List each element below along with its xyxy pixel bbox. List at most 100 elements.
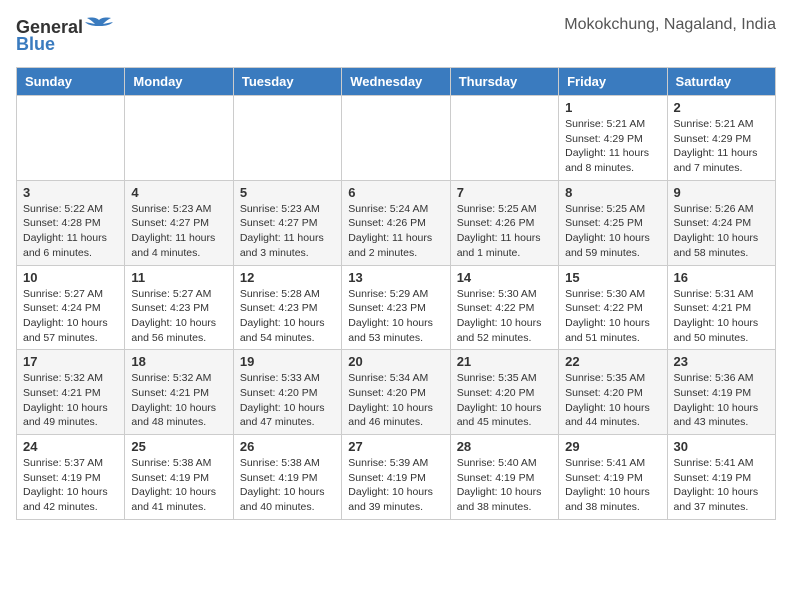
day-number: 23 (674, 354, 769, 369)
calendar-cell: 26 Sunrise: 5:38 AM Sunset: 4:19 PM Dayli… (233, 435, 341, 520)
location-subtitle: Mokokchung, Nagaland, India (564, 16, 776, 34)
day-info: Sunrise: 5:29 AM Sunset: 4:23 PM Dayligh… (348, 287, 443, 346)
day-number: 19 (240, 354, 335, 369)
calendar-week-4: 17 Sunrise: 5:32 AM Sunset: 4:21 PM Dayli… (17, 350, 776, 435)
day-info: Sunrise: 5:39 AM Sunset: 4:19 PM Dayligh… (348, 456, 443, 515)
calendar-cell: 19 Sunrise: 5:33 AM Sunset: 4:20 PM Dayli… (233, 350, 341, 435)
calendar-cell (342, 96, 450, 181)
calendar-cell: 17Sunrise: 5:32 AM Sunset: 4:21 PM Dayli… (17, 350, 125, 435)
day-number: 22 (565, 354, 660, 369)
day-number: 24 (23, 439, 118, 454)
title-area: Mokokchung, Nagaland, India (564, 16, 776, 34)
day-info: Sunrise: 5:24 AM Sunset: 4:26 PM Dayligh… (348, 202, 443, 261)
day-info: Sunrise: 5:22 AM Sunset: 4:28 PM Dayligh… (23, 202, 118, 261)
day-info: Sunrise: 5:35 AM Sunset: 4:20 PM Dayligh… (565, 371, 660, 430)
day-number: 4 (131, 185, 226, 200)
day-number: 27 (348, 439, 443, 454)
day-info: Sunrise: 5:21 AM Sunset: 4:29 PM Dayligh… (565, 117, 660, 176)
day-number: 18 (131, 354, 226, 369)
day-number: 16 (674, 270, 769, 285)
calendar-cell: 16 Sunrise: 5:31 AM Sunset: 4:21 PM Dayli… (667, 265, 775, 350)
logo-blue-text: Blue (16, 34, 55, 55)
day-info: Sunrise: 5:38 AM Sunset: 4:19 PM Dayligh… (240, 456, 335, 515)
day-number: 21 (457, 354, 552, 369)
day-info: Sunrise: 5:36 AM Sunset: 4:19 PM Dayligh… (674, 371, 769, 430)
calendar-header-row: SundayMondayTuesdayWednesdayThursdayFrid… (17, 68, 776, 96)
calendar-cell: 2 Sunrise: 5:21 AM Sunset: 4:29 PM Daylig… (667, 96, 775, 181)
column-header-tuesday: Tuesday (233, 68, 341, 96)
day-info: Sunrise: 5:32 AM Sunset: 4:21 PM Dayligh… (131, 371, 226, 430)
calendar-cell (450, 96, 558, 181)
calendar-cell (125, 96, 233, 181)
day-number: 11 (131, 270, 226, 285)
day-number: 26 (240, 439, 335, 454)
day-number: 29 (565, 439, 660, 454)
day-number: 2 (674, 100, 769, 115)
calendar-cell: 7Sunrise: 5:25 AM Sunset: 4:26 PM Daylig… (450, 180, 558, 265)
day-number: 17 (23, 354, 118, 369)
day-number: 13 (348, 270, 443, 285)
calendar-cell: 20 Sunrise: 5:34 AM Sunset: 4:20 PM Dayli… (342, 350, 450, 435)
day-number: 3 (23, 185, 118, 200)
column-header-friday: Friday (559, 68, 667, 96)
day-info: Sunrise: 5:41 AM Sunset: 4:19 PM Dayligh… (674, 456, 769, 515)
calendar-cell: 29 Sunrise: 5:41 AM Sunset: 4:19 PM Dayli… (559, 435, 667, 520)
calendar-cell: 24 Sunrise: 5:37 AM Sunset: 4:19 PM Dayli… (17, 435, 125, 520)
day-info: Sunrise: 5:27 AM Sunset: 4:23 PM Dayligh… (131, 287, 226, 346)
column-header-monday: Monday (125, 68, 233, 96)
calendar-cell: 6 Sunrise: 5:24 AM Sunset: 4:26 PM Daylig… (342, 180, 450, 265)
calendar-cell: 1 Sunrise: 5:21 AM Sunset: 4:29 PM Daylig… (559, 96, 667, 181)
day-info: Sunrise: 5:28 AM Sunset: 4:23 PM Dayligh… (240, 287, 335, 346)
column-header-thursday: Thursday (450, 68, 558, 96)
logo-bird-icon (85, 16, 113, 38)
day-info: Sunrise: 5:38 AM Sunset: 4:19 PM Dayligh… (131, 456, 226, 515)
day-info: Sunrise: 5:23 AM Sunset: 4:27 PM Dayligh… (240, 202, 335, 261)
day-number: 10 (23, 270, 118, 285)
calendar-cell: 10 Sunrise: 5:27 AM Sunset: 4:24 PM Dayli… (17, 265, 125, 350)
day-info: Sunrise: 5:33 AM Sunset: 4:20 PM Dayligh… (240, 371, 335, 430)
calendar-week-3: 10 Sunrise: 5:27 AM Sunset: 4:24 PM Dayli… (17, 265, 776, 350)
day-info: Sunrise: 5:41 AM Sunset: 4:19 PM Dayligh… (565, 456, 660, 515)
day-number: 28 (457, 439, 552, 454)
day-info: Sunrise: 5:25 AM Sunset: 4:26 PM Dayligh… (457, 202, 552, 261)
day-number: 9 (674, 185, 769, 200)
calendar-cell: 27 Sunrise: 5:39 AM Sunset: 4:19 PM Dayli… (342, 435, 450, 520)
calendar-table: SundayMondayTuesdayWednesdayThursdayFrid… (16, 67, 776, 520)
calendar-cell: 28Sunrise: 5:40 AM Sunset: 4:19 PM Dayli… (450, 435, 558, 520)
day-info: Sunrise: 5:26 AM Sunset: 4:24 PM Dayligh… (674, 202, 769, 261)
logo: General Blue (16, 16, 113, 55)
calendar-cell (233, 96, 341, 181)
day-info: Sunrise: 5:21 AM Sunset: 4:29 PM Dayligh… (674, 117, 769, 176)
calendar-week-2: 3 Sunrise: 5:22 AM Sunset: 4:28 PM Daylig… (17, 180, 776, 265)
calendar-cell: 21 Sunrise: 5:35 AM Sunset: 4:20 PM Dayli… (450, 350, 558, 435)
header: General Blue Mokokchung, Nagaland, India (16, 16, 776, 55)
calendar-cell: 22 Sunrise: 5:35 AM Sunset: 4:20 PM Dayli… (559, 350, 667, 435)
column-header-saturday: Saturday (667, 68, 775, 96)
day-number: 25 (131, 439, 226, 454)
day-number: 6 (348, 185, 443, 200)
day-number: 5 (240, 185, 335, 200)
calendar-cell: 30 Sunrise: 5:41 AM Sunset: 4:19 PM Dayli… (667, 435, 775, 520)
day-number: 14 (457, 270, 552, 285)
column-header-sunday: Sunday (17, 68, 125, 96)
calendar-cell: 23 Sunrise: 5:36 AM Sunset: 4:19 PM Dayli… (667, 350, 775, 435)
day-number: 20 (348, 354, 443, 369)
calendar-cell: 11 Sunrise: 5:27 AM Sunset: 4:23 PM Dayli… (125, 265, 233, 350)
day-info: Sunrise: 5:27 AM Sunset: 4:24 PM Dayligh… (23, 287, 118, 346)
calendar-cell: 4 Sunrise: 5:23 AM Sunset: 4:27 PM Daylig… (125, 180, 233, 265)
calendar-cell: 25 Sunrise: 5:38 AM Sunset: 4:19 PM Dayli… (125, 435, 233, 520)
calendar-cell: 9 Sunrise: 5:26 AM Sunset: 4:24 PM Daylig… (667, 180, 775, 265)
calendar-cell: 15Sunrise: 5:30 AM Sunset: 4:22 PM Dayli… (559, 265, 667, 350)
day-number: 30 (674, 439, 769, 454)
day-number: 8 (565, 185, 660, 200)
day-info: Sunrise: 5:31 AM Sunset: 4:21 PM Dayligh… (674, 287, 769, 346)
calendar-week-5: 24 Sunrise: 5:37 AM Sunset: 4:19 PM Dayli… (17, 435, 776, 520)
day-info: Sunrise: 5:30 AM Sunset: 4:22 PM Dayligh… (457, 287, 552, 346)
day-info: Sunrise: 5:37 AM Sunset: 4:19 PM Dayligh… (23, 456, 118, 515)
day-info: Sunrise: 5:35 AM Sunset: 4:20 PM Dayligh… (457, 371, 552, 430)
day-info: Sunrise: 5:23 AM Sunset: 4:27 PM Dayligh… (131, 202, 226, 261)
day-number: 15 (565, 270, 660, 285)
day-info: Sunrise: 5:34 AM Sunset: 4:20 PM Dayligh… (348, 371, 443, 430)
day-number: 1 (565, 100, 660, 115)
day-info: Sunrise: 5:25 AM Sunset: 4:25 PM Dayligh… (565, 202, 660, 261)
